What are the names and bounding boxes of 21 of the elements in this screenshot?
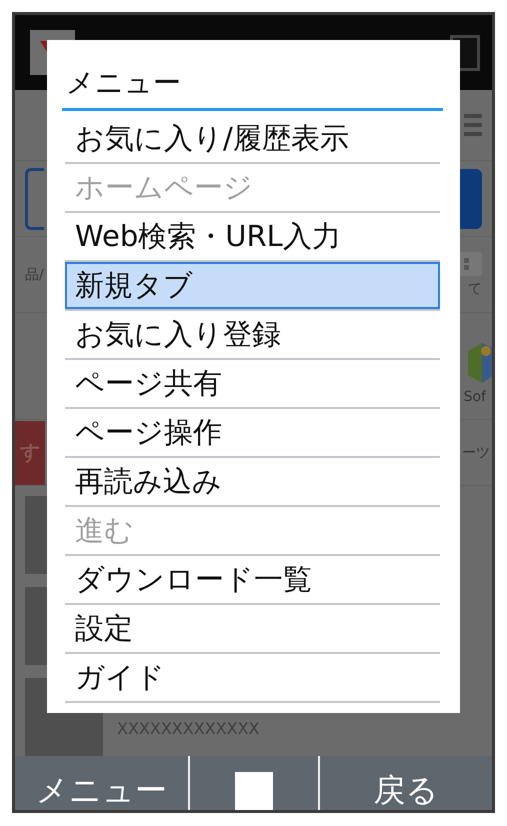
square-icon <box>235 772 273 810</box>
dialog-title: メニュー <box>62 58 443 111</box>
grid-icon[interactable] <box>458 252 482 276</box>
menu-item[interactable]: お気に入り登録 <box>65 311 440 358</box>
menu-softkey[interactable]: メニュー <box>15 756 188 810</box>
cube-icon[interactable] <box>468 343 492 383</box>
menu-item[interactable]: Web検索・URL入力 <box>65 213 440 260</box>
menu-item[interactable]: 再読み込み <box>65 458 440 505</box>
tab-label: ーツ <box>462 444 490 462</box>
back-softkey[interactable]: 戻る <box>320 756 492 810</box>
menu-item[interactable]: ガイド <box>65 654 440 701</box>
menu-item[interactable]: ページ共有 <box>65 360 440 407</box>
search-field[interactable] <box>25 168 44 230</box>
app-label: Sof <box>464 389 486 405</box>
menu-item[interactable]: ページ操作 <box>65 409 440 456</box>
menu-item[interactable]: ダウンロード一覧 <box>65 556 440 603</box>
menu-icon[interactable] <box>464 112 482 138</box>
menu-item[interactable]: 新規タブ <box>65 262 440 309</box>
menu-item[interactable]: お気に入り/履歴表示 <box>65 115 440 162</box>
search-button[interactable] <box>460 168 482 228</box>
menu-item[interactable]: 設定 <box>65 605 440 652</box>
